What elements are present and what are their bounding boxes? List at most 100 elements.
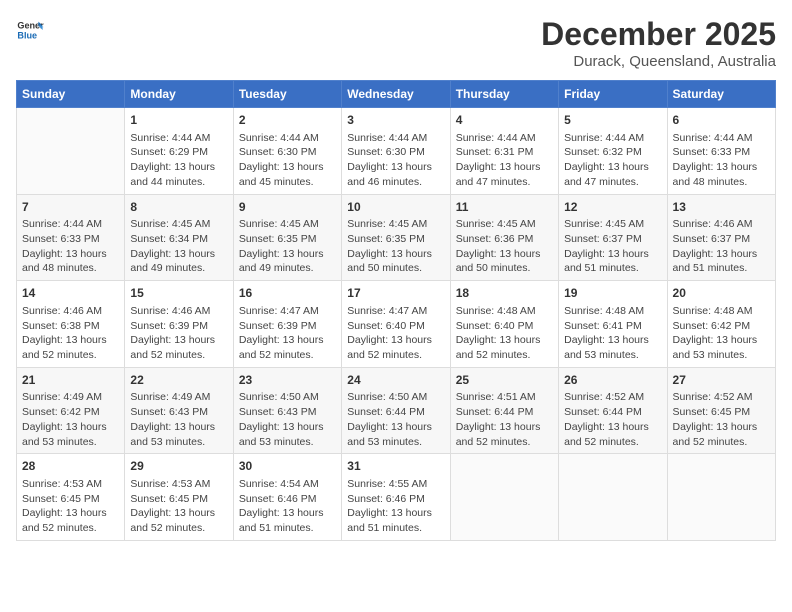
calendar-cell: 22Sunrise: 4:49 AMSunset: 6:43 PMDayligh… [125, 367, 233, 454]
calendar-cell: 29 Sunrise: 4:53 AMSunset: 6:45 PMDayligh… [125, 454, 233, 541]
day-number: 25 [456, 372, 553, 389]
day-number: 13 [673, 199, 770, 216]
day-number: 9 [239, 199, 336, 216]
column-header-wednesday: Wednesday [342, 81, 450, 108]
cell-content: Sunrise: 4:45 AMSunset: 6:37 PMDaylight:… [564, 217, 661, 276]
cell-content: Sunrise: 4:55 AMSunset: 6:46 PMDaylight:… [347, 477, 444, 536]
calendar-week-row: 28 Sunrise: 4:53 AMSunset: 6:45 PMDayligh… [17, 454, 776, 541]
day-number: 29 [130, 458, 227, 475]
day-number: 22 [130, 372, 227, 389]
cell-content: Sunrise: 4:47 AMSunset: 6:40 PMDaylight:… [347, 304, 444, 363]
calendar-cell: 30 Sunrise: 4:54 AMSunset: 6:46 PMDayligh… [233, 454, 341, 541]
cell-content: Sunrise: 4:48 AMSunset: 6:42 PMDaylight:… [673, 304, 770, 363]
cell-content: Sunrise: 4:53 AMSunset: 6:45 PMDaylight:… [130, 477, 227, 536]
cell-content: Sunrise: 4:44 AMSunset: 6:33 PMDaylight:… [673, 131, 770, 190]
calendar-week-row: 1 Sunrise: 4:44 AMSunset: 6:29 PMDaylight… [17, 108, 776, 195]
calendar-cell [667, 454, 775, 541]
title-area: December 2025 Durack, Queensland, Austra… [541, 16, 776, 70]
calendar-cell: 16Sunrise: 4:47 AMSunset: 6:39 PMDayligh… [233, 281, 341, 368]
cell-content: Sunrise: 4:44 AMSunset: 6:29 PMDaylight:… [130, 131, 227, 190]
calendar-cell: 12Sunrise: 4:45 AMSunset: 6:37 PMDayligh… [559, 194, 667, 281]
calendar-cell [17, 108, 125, 195]
cell-content: Sunrise: 4:45 AMSunset: 6:35 PMDaylight:… [347, 217, 444, 276]
day-number: 3 [347, 112, 444, 129]
calendar-cell: 19 Sunrise: 4:48 AMSunset: 6:41 PMDayligh… [559, 281, 667, 368]
column-header-saturday: Saturday [667, 81, 775, 108]
day-number: 17 [347, 285, 444, 302]
day-number: 24 [347, 372, 444, 389]
calendar-cell: 5 Sunrise: 4:44 AMSunset: 6:32 PMDaylight… [559, 108, 667, 195]
calendar-table: SundayMondayTuesdayWednesdayThursdayFrid… [16, 80, 776, 541]
calendar-cell: 26Sunrise: 4:52 AMSunset: 6:44 PMDayligh… [559, 367, 667, 454]
day-number: 11 [456, 199, 553, 216]
cell-content: Sunrise: 4:48 AMSunset: 6:40 PMDaylight:… [456, 304, 553, 363]
calendar-cell: 4 Sunrise: 4:44 AMSunset: 6:31 PMDaylight… [450, 108, 558, 195]
day-number: 15 [130, 285, 227, 302]
cell-content: Sunrise: 4:54 AMSunset: 6:46 PMDaylight:… [239, 477, 336, 536]
calendar-cell: 25Sunrise: 4:51 AMSunset: 6:44 PMDayligh… [450, 367, 558, 454]
cell-content: Sunrise: 4:44 AMSunset: 6:30 PMDaylight:… [239, 131, 336, 190]
cell-content: Sunrise: 4:52 AMSunset: 6:44 PMDaylight:… [564, 390, 661, 449]
cell-content: Sunrise: 4:46 AMSunset: 6:37 PMDaylight:… [673, 217, 770, 276]
calendar-week-row: 14 Sunrise: 4:46 AMSunset: 6:38 PMDayligh… [17, 281, 776, 368]
month-title: December 2025 [541, 16, 776, 53]
cell-content: Sunrise: 4:50 AMSunset: 6:43 PMDaylight:… [239, 390, 336, 449]
day-number: 14 [22, 285, 119, 302]
day-number: 23 [239, 372, 336, 389]
day-number: 4 [456, 112, 553, 129]
calendar-cell: 6 Sunrise: 4:44 AMSunset: 6:33 PMDaylight… [667, 108, 775, 195]
column-header-tuesday: Tuesday [233, 81, 341, 108]
cell-content: Sunrise: 4:51 AMSunset: 6:44 PMDaylight:… [456, 390, 553, 449]
day-number: 31 [347, 458, 444, 475]
calendar-cell: 13Sunrise: 4:46 AMSunset: 6:37 PMDayligh… [667, 194, 775, 281]
cell-content: Sunrise: 4:45 AMSunset: 6:36 PMDaylight:… [456, 217, 553, 276]
calendar-cell: 20 Sunrise: 4:48 AMSunset: 6:42 PMDayligh… [667, 281, 775, 368]
day-number: 7 [22, 199, 119, 216]
column-header-thursday: Thursday [450, 81, 558, 108]
day-number: 2 [239, 112, 336, 129]
logo: General Blue [16, 16, 44, 44]
calendar-cell: 23Sunrise: 4:50 AMSunset: 6:43 PMDayligh… [233, 367, 341, 454]
day-number: 1 [130, 112, 227, 129]
day-number: 6 [673, 112, 770, 129]
calendar-cell: 2 Sunrise: 4:44 AMSunset: 6:30 PMDaylight… [233, 108, 341, 195]
location-title: Durack, Queensland, Australia [541, 53, 776, 70]
calendar-cell: 7Sunrise: 4:44 AMSunset: 6:33 PMDaylight… [17, 194, 125, 281]
calendar-header-row: SundayMondayTuesdayWednesdayThursdayFrid… [17, 81, 776, 108]
calendar-cell [559, 454, 667, 541]
day-number: 26 [564, 372, 661, 389]
cell-content: Sunrise: 4:50 AMSunset: 6:44 PMDaylight:… [347, 390, 444, 449]
calendar-cell: 14 Sunrise: 4:46 AMSunset: 6:38 PMDayligh… [17, 281, 125, 368]
calendar-cell: 31 Sunrise: 4:55 AMSunset: 6:46 PMDayligh… [342, 454, 450, 541]
calendar-cell: 18 Sunrise: 4:48 AMSunset: 6:40 PMDayligh… [450, 281, 558, 368]
day-number: 8 [130, 199, 227, 216]
day-number: 30 [239, 458, 336, 475]
day-number: 20 [673, 285, 770, 302]
page-header: General Blue December 2025 Durack, Queen… [16, 16, 776, 70]
calendar-cell: 28 Sunrise: 4:53 AMSunset: 6:45 PMDayligh… [17, 454, 125, 541]
cell-content: Sunrise: 4:53 AMSunset: 6:45 PMDaylight:… [22, 477, 119, 536]
day-number: 18 [456, 285, 553, 302]
day-number: 16 [239, 285, 336, 302]
calendar-cell [450, 454, 558, 541]
day-number: 5 [564, 112, 661, 129]
cell-content: Sunrise: 4:48 AMSunset: 6:41 PMDaylight:… [564, 304, 661, 363]
svg-text:Blue: Blue [17, 30, 37, 40]
cell-content: Sunrise: 4:45 AMSunset: 6:34 PMDaylight:… [130, 217, 227, 276]
cell-content: Sunrise: 4:49 AMSunset: 6:43 PMDaylight:… [130, 390, 227, 449]
calendar-cell: 21Sunrise: 4:49 AMSunset: 6:42 PMDayligh… [17, 367, 125, 454]
calendar-cell: 3Sunrise: 4:44 AMSunset: 6:30 PMDaylight… [342, 108, 450, 195]
calendar-week-row: 7Sunrise: 4:44 AMSunset: 6:33 PMDaylight… [17, 194, 776, 281]
calendar-cell: 15 Sunrise: 4:46 AMSunset: 6:39 PMDayligh… [125, 281, 233, 368]
day-number: 28 [22, 458, 119, 475]
cell-content: Sunrise: 4:44 AMSunset: 6:31 PMDaylight:… [456, 131, 553, 190]
calendar-cell: 1 Sunrise: 4:44 AMSunset: 6:29 PMDaylight… [125, 108, 233, 195]
calendar-cell: 24Sunrise: 4:50 AMSunset: 6:44 PMDayligh… [342, 367, 450, 454]
day-number: 19 [564, 285, 661, 302]
column-header-sunday: Sunday [17, 81, 125, 108]
cell-content: Sunrise: 4:46 AMSunset: 6:39 PMDaylight:… [130, 304, 227, 363]
logo-icon: General Blue [16, 16, 44, 44]
cell-content: Sunrise: 4:44 AMSunset: 6:32 PMDaylight:… [564, 131, 661, 190]
cell-content: Sunrise: 4:46 AMSunset: 6:38 PMDaylight:… [22, 304, 119, 363]
calendar-week-row: 21Sunrise: 4:49 AMSunset: 6:42 PMDayligh… [17, 367, 776, 454]
